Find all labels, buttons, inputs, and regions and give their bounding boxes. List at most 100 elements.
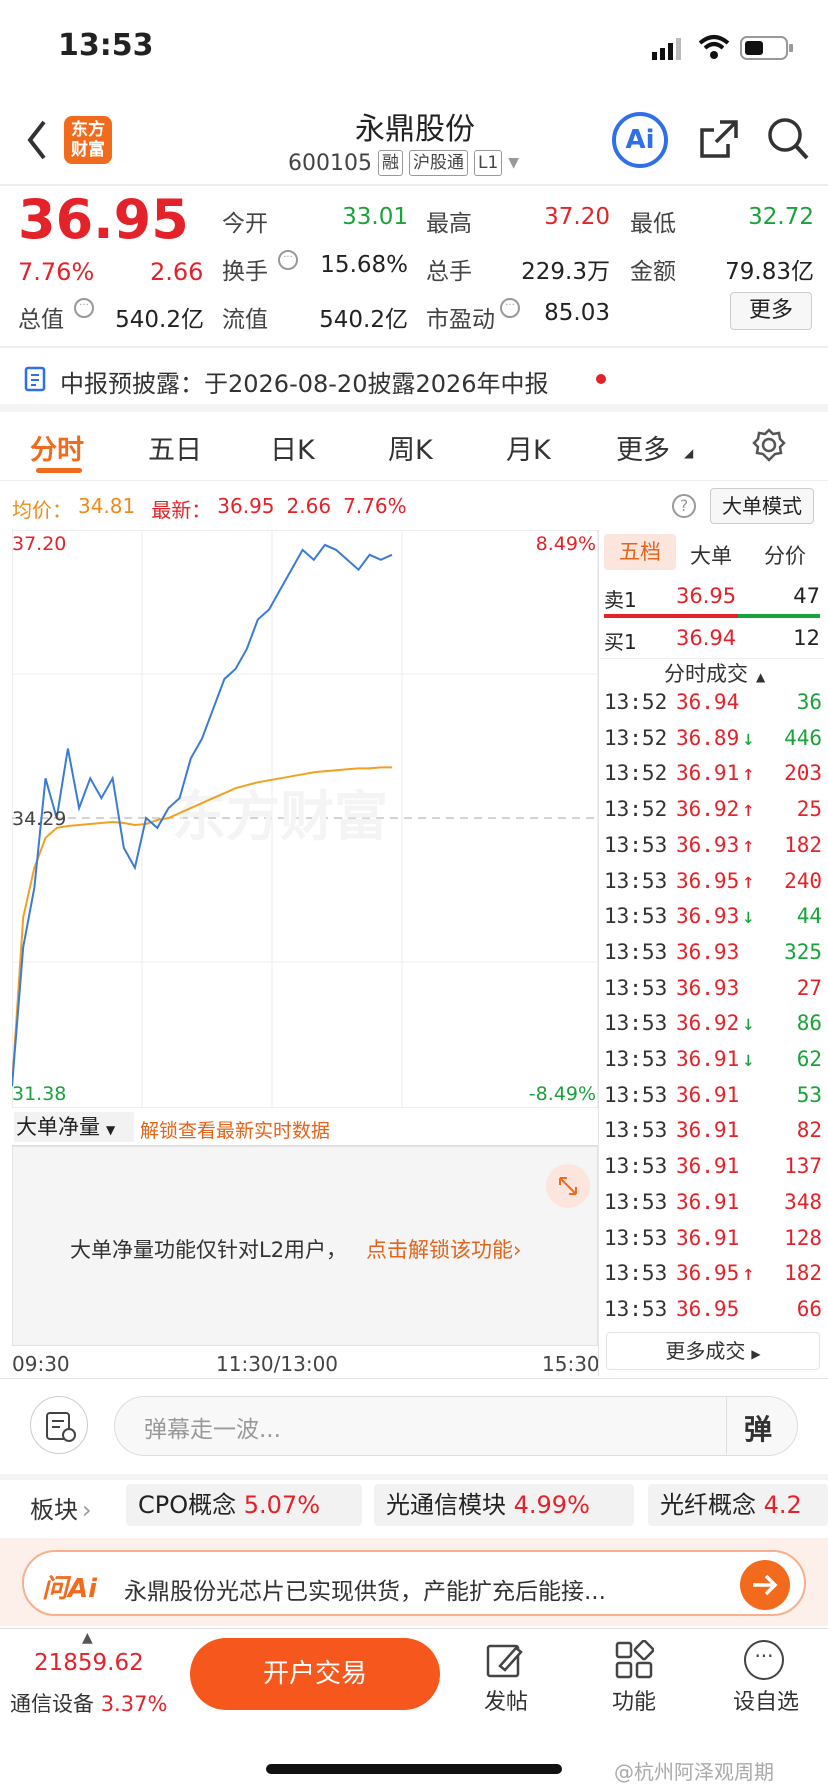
- stat-mktcap-value: 540.2亿: [115, 307, 204, 333]
- tick-arrow: ↑: [742, 797, 755, 822]
- tick-row: 13:53 36.95 66: [604, 1297, 822, 1331]
- index-pct: 3.37%: [100, 1692, 168, 1716]
- grid-icon[interactable]: [614, 1639, 655, 1684]
- sector-chip[interactable]: 光通信模块 4.99%: [374, 1484, 634, 1526]
- info-icon[interactable]: ···: [500, 298, 520, 318]
- sector-chip[interactable]: 光纤概念 4.2: [648, 1484, 828, 1526]
- arrow-right-icon[interactable]: [740, 1560, 790, 1610]
- tick-volume: 182: [784, 1261, 822, 1286]
- l2-message: 大单净量功能仅针对L2用户，: [70, 1238, 348, 1262]
- sector-name: 光纤概念: [660, 1491, 756, 1519]
- intraday-chart[interactable]: 东方财富 37.20 34.29 31.38 8.49% -8.49%: [12, 530, 598, 1108]
- tab-daily-k[interactable]: 日K: [270, 428, 315, 467]
- tick-row: 13:53 36.91 ↓ 62: [604, 1047, 822, 1081]
- l2-unlock-link[interactable]: 点击解锁该功能›: [366, 1234, 521, 1264]
- tick-row: 13:53 36.91 53: [604, 1083, 822, 1117]
- y-high-label: 37.20: [12, 533, 66, 555]
- bid1-price: 36.94: [676, 626, 737, 650]
- bid1-label: 买1: [604, 630, 637, 654]
- stat-high-label: 最高: [426, 211, 472, 237]
- y-low-pct: -8.49%: [529, 1083, 596, 1105]
- sector-chip[interactable]: CPO概念 5.07%: [126, 1484, 362, 1526]
- tick-time: 13:53: [604, 1154, 668, 1179]
- chevron-down-icon: ▼: [106, 1123, 116, 1137]
- tick-volume: 203: [784, 761, 822, 786]
- tab-big-orders[interactable]: 大单: [690, 540, 732, 570]
- tick-price: 36.93: [676, 975, 740, 1000]
- tab-order-book[interactable]: 五档: [604, 534, 676, 570]
- note-icon[interactable]: [30, 1396, 88, 1454]
- tab-monthly-k[interactable]: 月K: [506, 428, 551, 467]
- chevron-down-icon[interactable]: ▼: [508, 155, 519, 171]
- tick-row: 13:53 36.91 128: [604, 1226, 822, 1260]
- tick-row: 13:52 36.91 ↑ 203: [604, 761, 822, 795]
- info-icon[interactable]: ···: [74, 298, 94, 318]
- index-row[interactable]: 通信设备 3.37%: [10, 1688, 167, 1718]
- ticks-title[interactable]: 分时成交 ▲: [664, 658, 765, 688]
- ai-question-text: 永鼎股份光芯片已实现供货，产能扩充后能接...: [124, 1579, 606, 1605]
- tick-time: 13:53: [604, 1225, 668, 1250]
- tick-arrow: ↑: [742, 761, 755, 786]
- price-summary: 均价： 34.81 最新： 36.95 2.66 7.76%: [12, 494, 407, 523]
- expand-icon[interactable]: [546, 1164, 590, 1208]
- sector-pct: 4.99%: [513, 1491, 590, 1519]
- more-ticks-button[interactable]: 更多成交 ▶: [606, 1332, 820, 1370]
- tab-more[interactable]: 更多: [616, 428, 670, 467]
- tab-intraday[interactable]: 分时: [30, 428, 84, 467]
- sector-label[interactable]: 板块 ›: [30, 1490, 92, 1525]
- add-watchlist-button[interactable]: 设自选: [726, 1684, 806, 1716]
- tick-row: 13:52 36.89 ↓ 446: [604, 726, 822, 760]
- more-stats-button[interactable]: 更多: [730, 292, 812, 330]
- chevron-right-icon: ›: [513, 1238, 522, 1262]
- tick-price: 36.91: [676, 1118, 740, 1143]
- battery-icon: [740, 36, 794, 64]
- open-account-button[interactable]: 开户交易: [190, 1638, 440, 1710]
- net-volume-dropdown[interactable]: 大单净量 ▼: [14, 1112, 134, 1142]
- tick-volume: 86: [796, 1011, 822, 1036]
- index-value: 21859.62: [34, 1650, 144, 1676]
- stat-open-label: 今开: [222, 211, 268, 237]
- divider: [0, 1628, 828, 1629]
- stat-open-value: 33.01: [342, 204, 408, 230]
- tick-price: 36.94: [676, 690, 740, 714]
- help-icon[interactable]: ?: [672, 494, 696, 518]
- tick-row: 13:52 36.92 ↑ 25: [604, 797, 822, 831]
- stat-mktcap-label: 总值: [18, 307, 64, 333]
- danmaku-send-button[interactable]: 弹: [744, 1408, 772, 1448]
- tick-time: 13:53: [604, 1189, 668, 1214]
- back-icon[interactable]: [26, 120, 48, 164]
- more-dots-icon[interactable]: ···: [744, 1640, 784, 1680]
- tick-arrow: ↓: [742, 725, 755, 750]
- tab-five-day[interactable]: 五日: [148, 428, 202, 467]
- sector-pct: 4.2: [763, 1491, 802, 1519]
- tick-price: 36.91: [676, 1082, 740, 1107]
- big-order-mode-button[interactable]: 大单模式: [710, 488, 814, 524]
- triangle-up-icon: ▲: [82, 1630, 93, 1646]
- stock-code-row: 600105 融 沪股通 L1 ▼: [288, 150, 519, 176]
- ai-logo: 问Ai: [42, 1574, 98, 1604]
- ask1-label: 卖1: [604, 588, 637, 612]
- gear-icon[interactable]: [752, 428, 786, 466]
- share-icon[interactable]: [698, 118, 740, 164]
- info-icon[interactable]: ···: [278, 250, 298, 270]
- tab-weekly-k[interactable]: 周K: [388, 428, 433, 467]
- tick-price: 36.93: [676, 904, 740, 929]
- bid-bar: [738, 614, 820, 618]
- tick-volume: 82: [796, 1118, 822, 1143]
- tick-row: 13:53 36.91 137: [604, 1154, 822, 1188]
- post-button[interactable]: 发帖: [478, 1684, 534, 1716]
- search-icon[interactable]: [766, 116, 810, 166]
- report-notice[interactable]: 中报预披露：于2026-08-20披露2026年中报: [60, 364, 549, 399]
- latest-chg: 2.66: [286, 494, 332, 518]
- change-amount: 2.66: [150, 258, 204, 286]
- edit-icon[interactable]: [486, 1642, 524, 1684]
- tick-row: 13:53 36.95 ↑ 182: [604, 1261, 822, 1295]
- l2-unlock-label: 点击解锁该功能: [366, 1238, 513, 1262]
- function-button[interactable]: 功能: [606, 1684, 662, 1716]
- tab-price-dist[interactable]: 分价: [764, 540, 806, 570]
- unlock-link[interactable]: 解锁查看最新实时数据: [140, 1116, 330, 1143]
- tick-arrow: ↑: [742, 1261, 755, 1286]
- stat-float-label: 流值: [222, 307, 268, 333]
- ai-button[interactable]: Ai: [612, 112, 668, 168]
- tick-time: 13:53: [604, 868, 668, 893]
